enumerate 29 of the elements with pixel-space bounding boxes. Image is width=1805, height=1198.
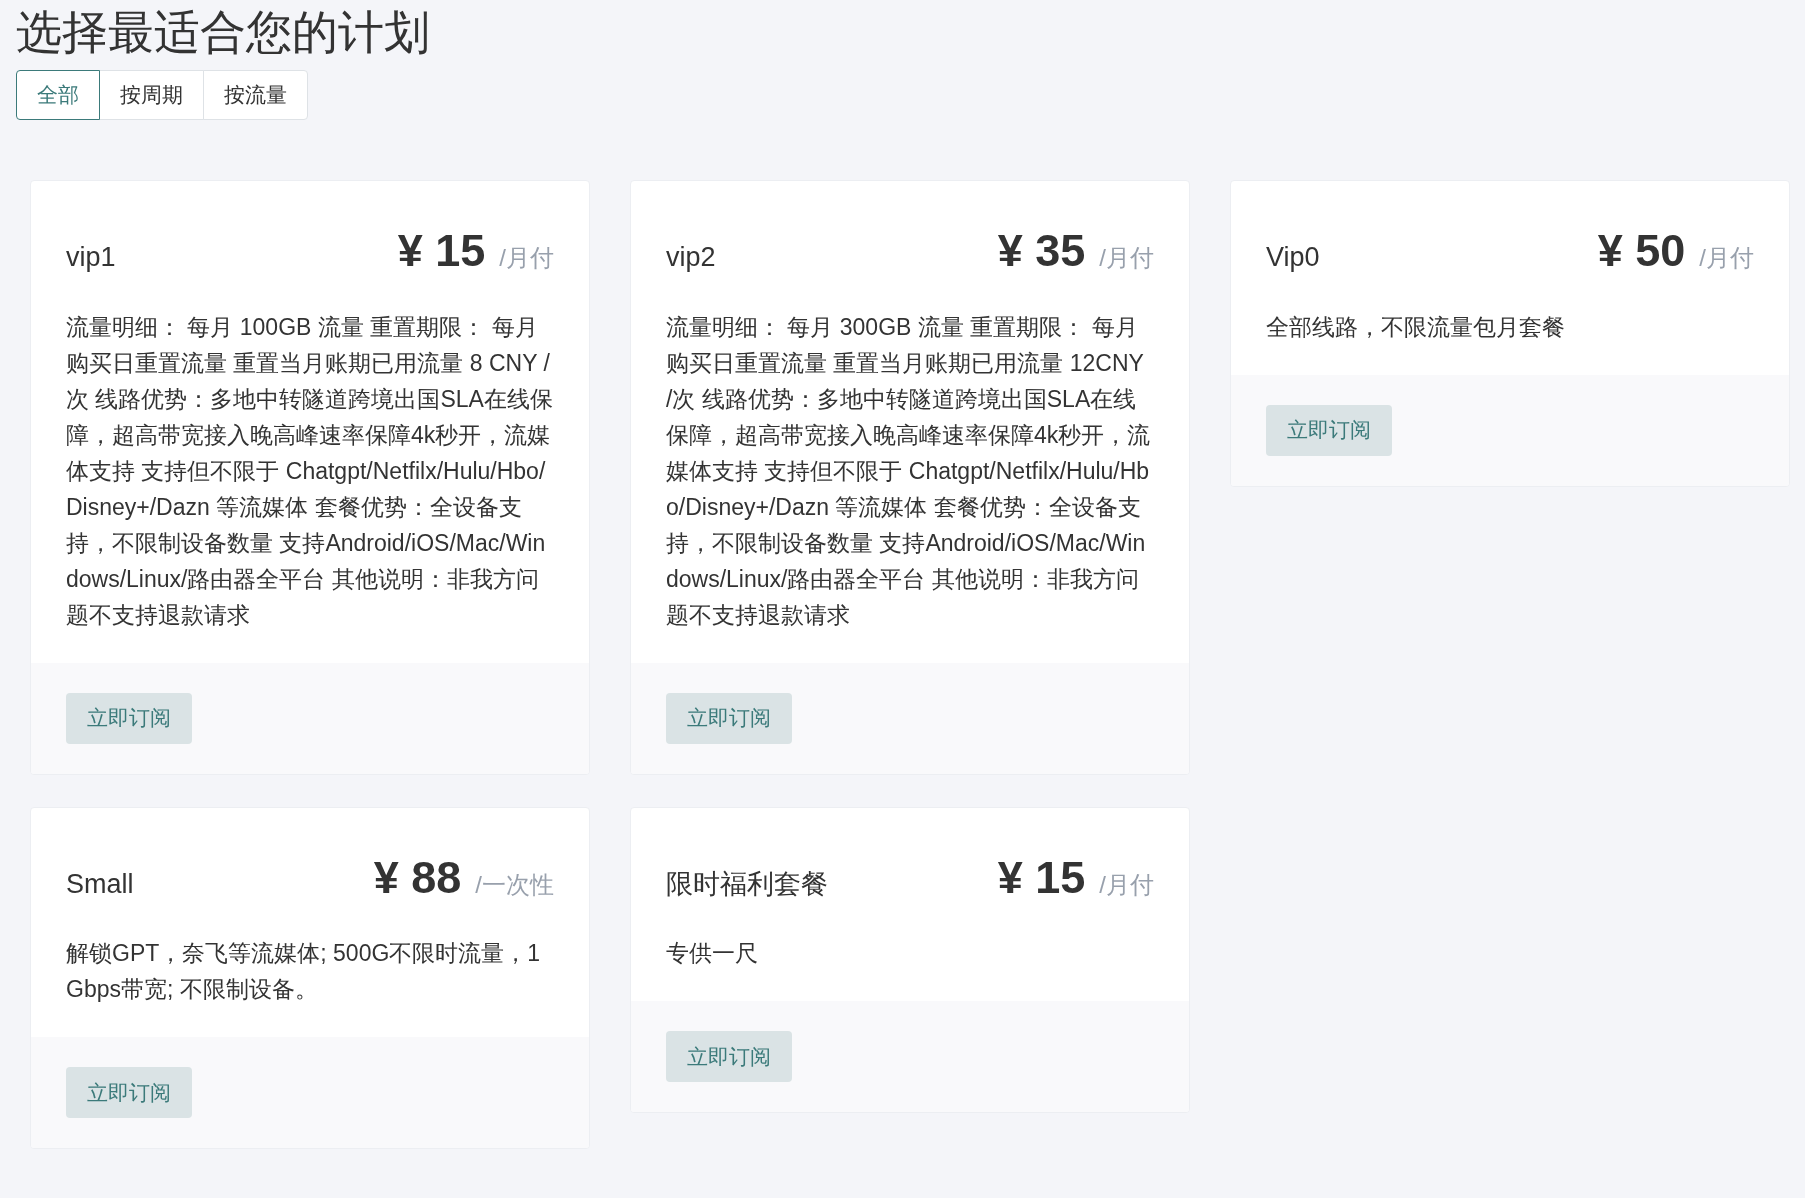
plan-price: ¥ 50 <box>1597 224 1686 278</box>
filter-tab[interactable]: 按周期 <box>99 70 204 120</box>
subscribe-button[interactable]: 立即订阅 <box>1266 404 1392 456</box>
price-period: /一次性 <box>475 869 554 900</box>
subscribe-button[interactable]: 立即订阅 <box>66 1067 192 1118</box>
plan-description: 全部线路，不限流量包月套餐 <box>1266 312 1566 342</box>
plan-price: ¥ 15 <box>997 850 1086 905</box>
plan-price: ¥ 35 <box>997 224 1086 278</box>
subscribe-button[interactable]: 立即订阅 <box>666 692 792 744</box>
plan-name: vip1 <box>66 241 116 274</box>
plan-name: Small <box>66 867 134 901</box>
plan-price: ¥ 15 <box>397 224 486 278</box>
plan-name: Vip0 <box>1266 241 1320 274</box>
subscribe-button[interactable]: 立即订阅 <box>666 1031 792 1082</box>
price-period: /月付 <box>1099 869 1154 900</box>
plan-description: 流量明细： 每月 100GB 流量 重置期限： 每月购买日重置流量 重置当月账期已用流量 8 CNY /次 线路优势：多地中转隧道跨境出国SLA在线保障，超高带宽接入晚高峰速率保障4k秒开，流媒体支持 支持但不限于 Chatgpt/Netfilx/Hulu/Hbo/Disney+/Dazn 等流媒体 套餐优势：全设备支持，不限制设备数量 支持Android/iOS/Mac/Windows/Linux/路由器全平台 其他说明：非我方问题不支持退款请求 <box>66 312 554 630</box>
filter-tab[interactable]: 全部 <box>16 70 100 120</box>
subscribe-button[interactable]: 立即订阅 <box>66 692 192 744</box>
plan-description: 解锁GPT，奈飞等流媒体; 500G不限时流量，1Gbps带宽; 不限制设备。 <box>66 939 542 1004</box>
price-period: /月付 <box>1099 243 1154 273</box>
plan-price: ¥ 88 <box>373 850 462 905</box>
price-period: /月付 <box>499 243 554 273</box>
filter-tab[interactable]: 按流量 <box>203 70 308 120</box>
plan-name: vip2 <box>666 241 716 274</box>
price-period: /月付 <box>1699 243 1754 273</box>
plan-name: 限时福利套餐 <box>666 867 828 901</box>
plan-description: 专供一尺 <box>666 939 759 968</box>
plan-description: 流量明细： 每月 300GB 流量 重置期限： 每月购买日重置流量 重置当月账期已用流量 12CNY /次 线路优势：多地中转隧道跨境出国SLA在线保障，超高带宽接入晚高峰速率保障4k秒开，流媒体支持 支持但不限于 Chatgpt/Netfilx/Hulu/Hbo/Disney+/Dazn 等流媒体 套餐优势：全设备支持，不限制设备数量 支持Android/iOS/Mac/Windows/Linux/路由器全平台 其他说明：非我方问题不支持退款请求 <box>666 312 1152 630</box>
page-title: 选择最适合您的计划 <box>16 5 430 60</box>
